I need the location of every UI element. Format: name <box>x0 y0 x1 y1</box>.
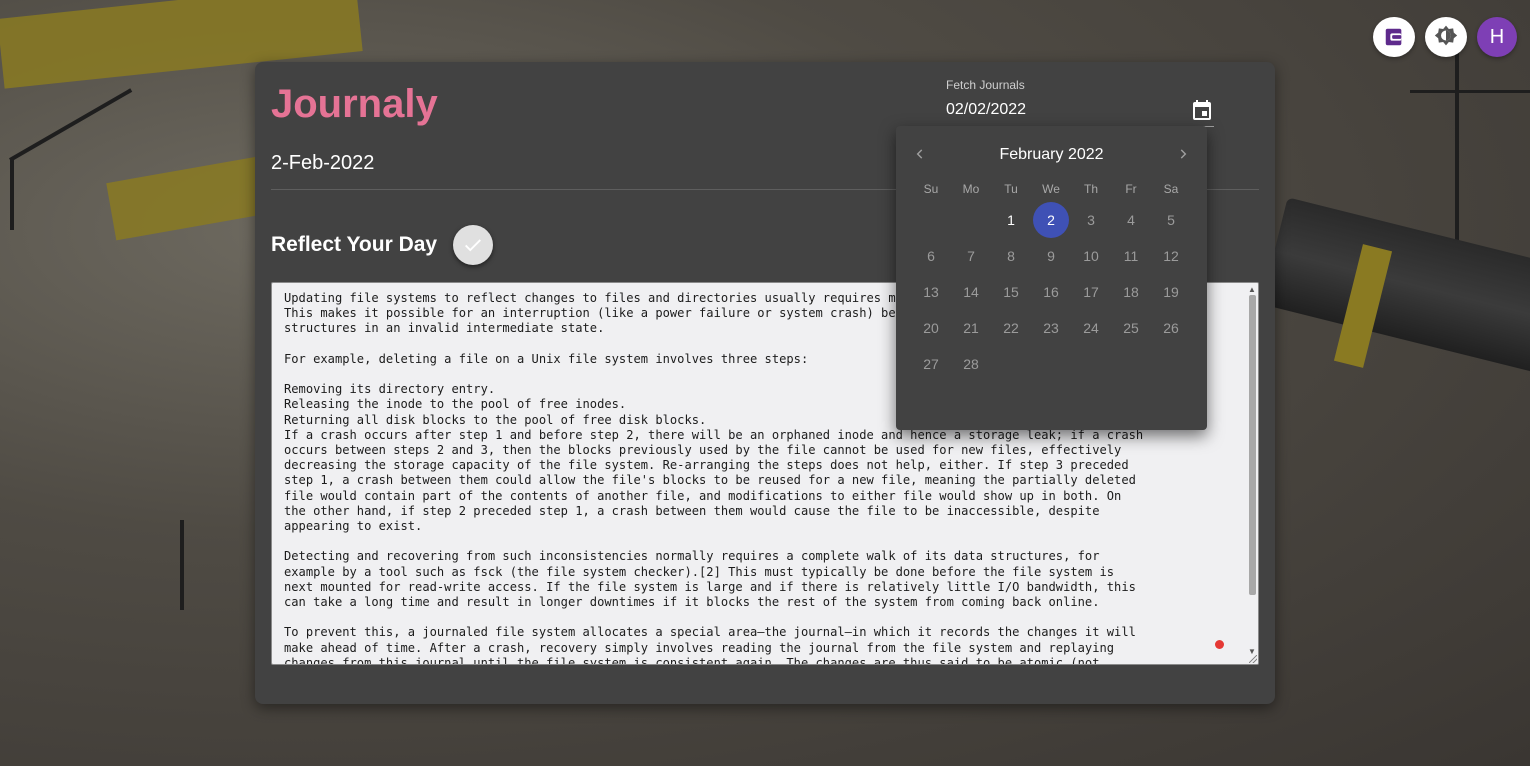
calendar-day-number: 18 <box>1123 284 1139 300</box>
calendar-day-number: 2 <box>1033 202 1069 238</box>
calendar-day: 17 <box>1071 274 1111 310</box>
calendar-day-number: 26 <box>1163 320 1179 336</box>
reflect-title: Reflect Your Day <box>271 233 438 256</box>
weekday-header: Mo <box>962 182 980 196</box>
fetch-journals-value[interactable]: 02/02/2022 <box>946 101 1026 119</box>
wallet-icon <box>1385 28 1402 46</box>
calendar-day-number: 28 <box>963 356 979 372</box>
user-avatar[interactable]: H <box>1477 17 1517 57</box>
calendar-icon[interactable] <box>1190 98 1214 122</box>
calendar-day: 3 <box>1071 202 1111 238</box>
calendar-day-selected[interactable]: 2 <box>1031 202 1071 238</box>
calendar-day-number: 7 <box>967 248 975 264</box>
date-picker-popup: February 2022 Su Mo Tu We Th Fr Sa 1 2 3 4 5 6 7 8 9 10 1… <box>896 126 1207 430</box>
calendar-day: 11 <box>1111 238 1151 274</box>
calendar-day: 20 <box>911 310 951 346</box>
calendar-day: 15 <box>991 274 1031 310</box>
fetch-journals-label: Fetch Journals <box>946 78 1025 92</box>
calendar-day-number: 14 <box>963 284 979 300</box>
weekday-header: Th <box>1083 182 1098 196</box>
calendar-day: 19 <box>1151 274 1191 310</box>
calendar-day-number: 15 <box>1003 284 1019 300</box>
calendar-day: 9 <box>1031 238 1071 274</box>
calendar-day-number: 3 <box>1087 212 1095 228</box>
calendar-day[interactable]: 1 <box>991 202 1031 238</box>
calendar-day-number: 13 <box>923 284 939 300</box>
calendar-day-number: 9 <box>1047 248 1055 264</box>
calendar-day: 4 <box>1111 202 1151 238</box>
calendar-day-number: 8 <box>1007 248 1015 264</box>
chevron-right-icon <box>1180 149 1187 159</box>
calendar-day-number: 27 <box>923 356 939 372</box>
calendar-day: 12 <box>1151 238 1191 274</box>
calendar-day-number: 17 <box>1083 284 1099 300</box>
calendar-day-number: 23 <box>1043 320 1059 336</box>
theme-toggle-button[interactable] <box>1425 17 1467 57</box>
calendar-day: 27 <box>911 346 951 382</box>
calendar-day-number: 6 <box>927 248 935 264</box>
calendar-day-number: 4 <box>1127 212 1135 228</box>
calendar-day: 24 <box>1071 310 1111 346</box>
calendar-day-number: 22 <box>1003 320 1019 336</box>
calendar-empty-cell <box>911 202 951 238</box>
calendar-header: February 2022 <box>896 140 1207 168</box>
calendar-day: 26 <box>1151 310 1191 346</box>
calendar-day: 18 <box>1111 274 1151 310</box>
calendar-day-number: 20 <box>923 320 939 336</box>
scroll-up-arrow[interactable]: ▲ <box>1248 285 1256 294</box>
save-entry-button[interactable] <box>453 225 494 265</box>
calendar-day: 8 <box>991 238 1031 274</box>
current-date-label: 2-Feb-2022 <box>271 152 375 174</box>
next-month-button[interactable] <box>1173 144 1193 164</box>
weekday-header: Tu <box>1004 182 1018 196</box>
calendar-day-number: 24 <box>1083 320 1099 336</box>
reflect-section-header: Reflect Your Day <box>271 225 494 265</box>
calendar-day: 5 <box>1151 202 1191 238</box>
calendar-grid: Su Mo Tu We Th Fr Sa 1 2 3 4 5 6 7 8 9 10 11 12 13 14 15 16 17 1… <box>911 182 1191 382</box>
calendar-day: 23 <box>1031 310 1071 346</box>
weekday-header: Fr <box>1125 182 1137 196</box>
calendar-day-number: 5 <box>1167 212 1175 228</box>
calendar-empty-cell <box>951 202 991 238</box>
scroll-thumb[interactable] <box>1249 295 1256 595</box>
fetch-journals-field[interactable]: Fetch Journals 02/02/2022 <box>946 78 1214 127</box>
calendar-day-number: 1 <box>1007 212 1015 228</box>
calendar-day: 14 <box>951 274 991 310</box>
calendar-day-number: 11 <box>1123 248 1139 264</box>
fetch-journals-input[interactable]: 02/02/2022 <box>946 98 1214 127</box>
calendar-day: 22 <box>991 310 1031 346</box>
calendar-day-number: 10 <box>1083 248 1099 264</box>
avatar-initial: H <box>1489 25 1505 48</box>
calendar-day-number: 21 <box>963 320 979 336</box>
editor-scrollbar[interactable]: ▲ ▼ <box>1246 283 1258 664</box>
calendar-day: 10 <box>1071 238 1111 274</box>
calendar-day-number: 12 <box>1163 248 1179 264</box>
weekday-header: Su <box>923 182 939 196</box>
brightness-icon <box>1434 25 1458 46</box>
record-indicator <box>1215 640 1224 649</box>
calendar-day-number: 16 <box>1043 284 1059 300</box>
calendar-day: 13 <box>911 274 951 310</box>
calendar-day: 21 <box>951 310 991 346</box>
calendar-day-number: 19 <box>1163 284 1179 300</box>
calendar-day: 28 <box>951 346 991 382</box>
calendar-day-number: 25 <box>1123 320 1139 336</box>
calendar-day: 6 <box>911 238 951 274</box>
wallet-button[interactable] <box>1373 17 1415 57</box>
calendar-day: 25 <box>1111 310 1151 346</box>
app-title: Journaly <box>271 82 438 126</box>
calendar-month-label: February 2022 <box>999 146 1104 163</box>
resize-handle[interactable] <box>1249 655 1257 663</box>
top-toolbar: H <box>1373 17 1517 57</box>
check-icon <box>465 239 482 252</box>
calendar-day: 16 <box>1031 274 1071 310</box>
weekday-header: Sa <box>1163 182 1179 196</box>
weekday-header: We <box>1042 182 1060 196</box>
calendar-day: 7 <box>951 238 991 274</box>
